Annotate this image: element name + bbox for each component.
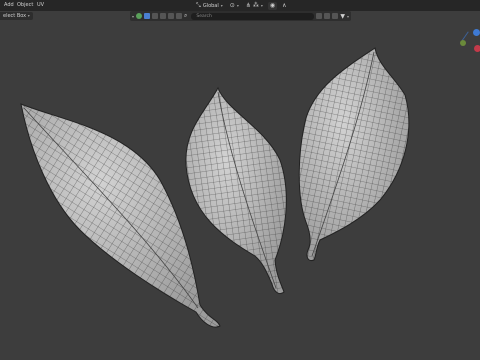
visibility-icon[interactable] <box>136 13 143 19</box>
filter-icon[interactable]: ▼ <box>340 13 345 20</box>
transform-tools: ⤡ Global ▾ ⊙ ▾ ⋔ ⁂ ▾ ◉ ∧ <box>194 1 289 10</box>
select-mode-label: elect Box <box>3 13 27 19</box>
paste-icon[interactable] <box>332 13 339 19</box>
transform-orientation-dropdown[interactable]: ⤡ Global ▾ <box>194 2 225 10</box>
viewport-3d[interactable] <box>0 21 480 360</box>
filter-other-icon[interactable] <box>176 13 183 19</box>
viewport-header: Add Object UV ⤡ Global ▾ ⊙ ▾ ⋔ ⁂ ▾ ◉ ∧ <box>0 0 480 11</box>
filter-curve-icon[interactable] <box>152 13 159 19</box>
proportional-icon: ◉ <box>269 1 276 9</box>
proportional-edit-toggle[interactable]: ◉ <box>267 1 278 10</box>
orientation-icon: ⤡ <box>196 1 201 9</box>
chevron-down-icon: ▾ <box>260 3 263 8</box>
pivot-icon: ⊙ <box>229 1 235 9</box>
new-collection-icon[interactable] <box>316 13 323 19</box>
filter-light-icon[interactable] <box>160 13 167 19</box>
falloff-dropdown[interactable]: ∧ <box>280 2 288 10</box>
menu-uv[interactable]: UV <box>37 2 44 8</box>
leaf-mesh-center[interactable] <box>185 86 287 295</box>
falloff-icon: ∧ <box>282 1 287 9</box>
snap-target-icon: ⁂ <box>252 1 259 9</box>
magnet-icon: ⋔ <box>245 1 251 9</box>
chevron-down-icon[interactable]: ▾ <box>347 14 349 19</box>
chevron-down-icon: ▾ <box>27 13 30 18</box>
transform-orientation-label: Global <box>202 2 219 9</box>
pivot-dropdown[interactable]: ⊙ ▾ <box>228 2 241 10</box>
snap-toggle[interactable]: ⋔ ⁂ ▾ <box>244 2 265 10</box>
leaf-mesh-right[interactable] <box>298 47 410 261</box>
menu-add[interactable]: Add <box>4 2 14 8</box>
outliner-header: ▾ ⌕ Search ▼ ▾ <box>130 11 351 21</box>
chevron-down-icon: ▾ <box>220 3 223 8</box>
chevron-down-icon: ▾ <box>236 3 239 8</box>
search-icon: ⌕ <box>184 12 188 19</box>
select-mode-dropdown[interactable]: elect Box ▾ <box>0 12 33 20</box>
menu-object[interactable]: Object <box>17 2 33 8</box>
search-input[interactable]: Search <box>191 12 315 20</box>
copy-icon[interactable] <box>324 13 331 19</box>
filter-mesh-icon[interactable] <box>144 13 151 19</box>
filter-camera-icon[interactable] <box>168 13 175 19</box>
chevron-down-icon[interactable]: ▾ <box>132 14 134 19</box>
